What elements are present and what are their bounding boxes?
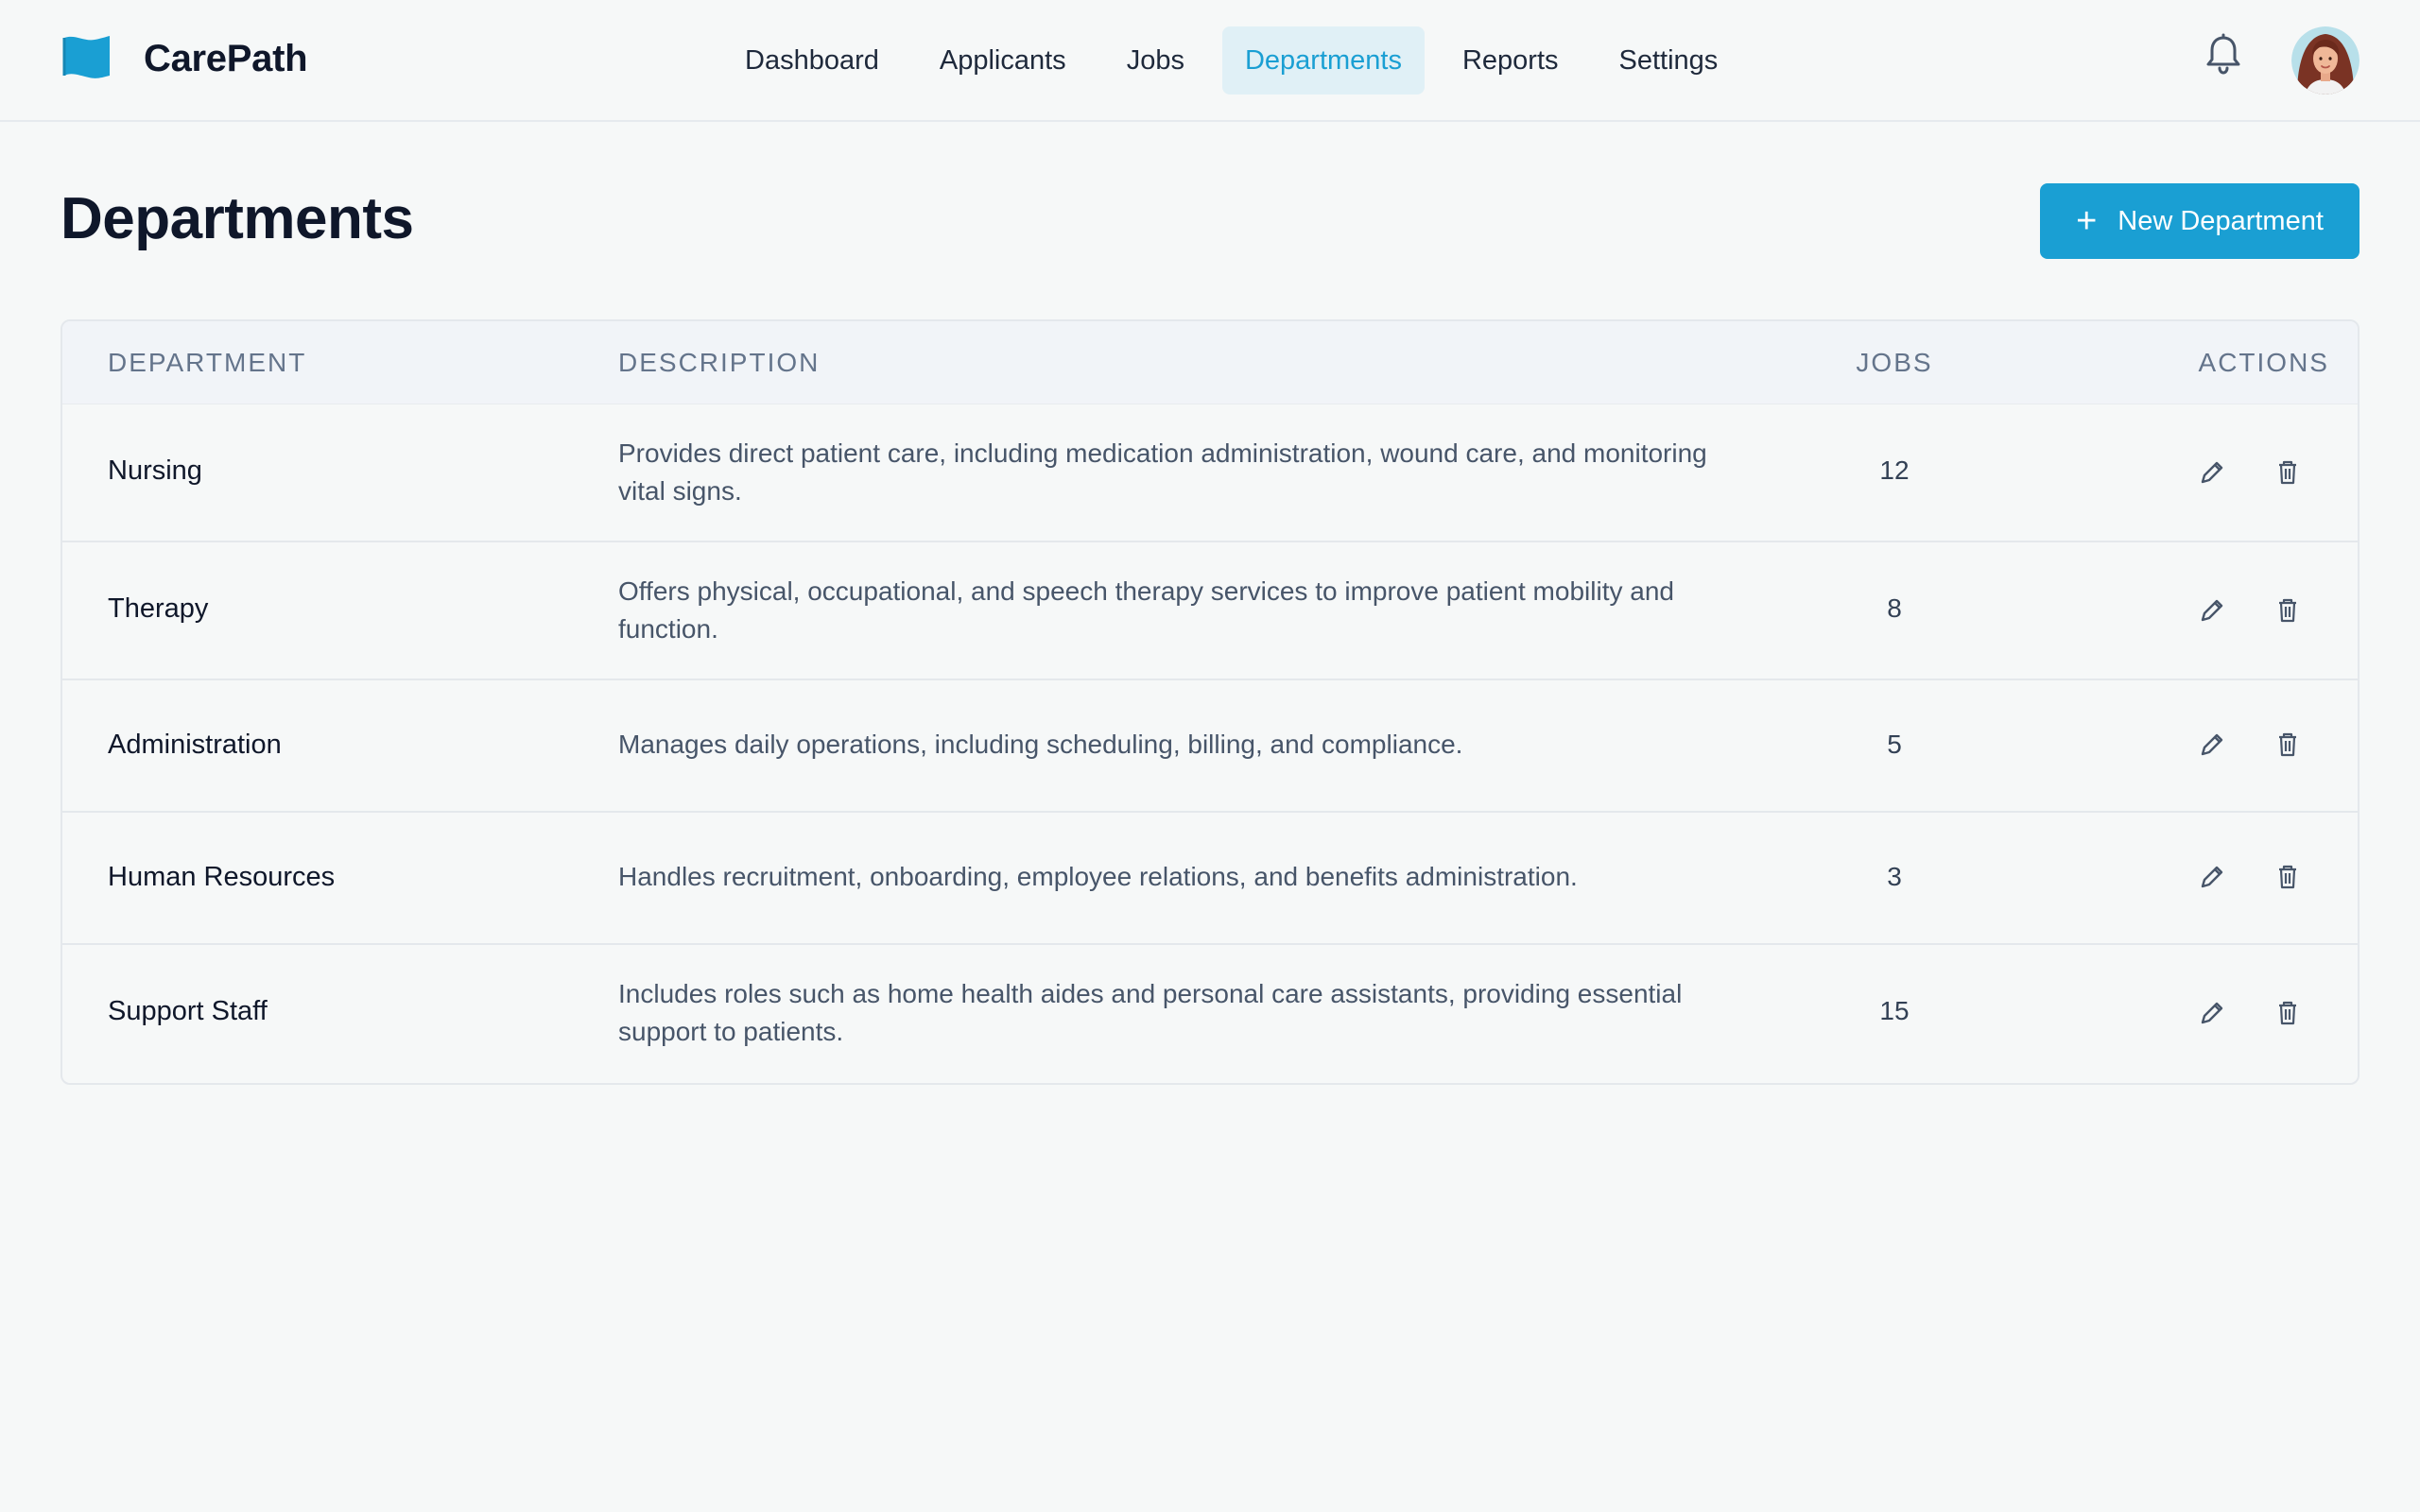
nav-item-applicants[interactable]: Applicants (917, 26, 1089, 94)
edit-icon[interactable] (2195, 860, 2229, 894)
column-header-department[interactable]: DEPARTMENT (108, 321, 306, 404)
page-title: Departments (60, 186, 414, 251)
avatar[interactable] (2291, 26, 2360, 94)
plus-icon: + (2076, 201, 2098, 241)
main-nav: Dashboard Applicants Jobs Departments Re… (722, 26, 1755, 94)
table-header: DEPARTMENT DESCRIPTION JOBS ACTIONS (62, 321, 2358, 404)
department-name: Support Staff (108, 996, 268, 1026)
department-name: Therapy (108, 593, 209, 624)
top-navigation-bar: CarePath Dashboard Applicants Jobs Depar… (0, 0, 2420, 122)
department-name: Nursing (108, 455, 202, 486)
column-header-actions: ACTIONS (2198, 348, 2329, 377)
column-header-description[interactable]: DESCRIPTION (618, 321, 820, 404)
app-name: CarePath (144, 37, 308, 79)
table-row[interactable]: Nursing Provides direct patient care, in… (62, 404, 2358, 542)
department-description: Provides direct patient care, including … (618, 438, 1707, 506)
bell-icon[interactable] (2201, 32, 2246, 77)
nav-item-reports[interactable]: Reports (1440, 26, 1582, 94)
trash-icon[interactable] (2271, 728, 2305, 762)
trash-icon[interactable] (2271, 593, 2305, 627)
brand[interactable]: CarePath (62, 34, 308, 83)
department-description: Offers physical, occupational, and speec… (618, 576, 1674, 644)
carepath-logo-icon (62, 36, 110, 78)
user-avatar-icon (2291, 26, 2360, 94)
column-header-jobs[interactable]: JOBS (1836, 321, 1953, 404)
new-department-button[interactable]: + New Department (2040, 183, 2360, 259)
nav-item-dashboard[interactable]: Dashboard (722, 26, 902, 94)
table-row[interactable]: Therapy Offers physical, occupational, a… (62, 542, 2358, 680)
department-job-count: 15 (1879, 996, 1910, 1025)
nav-item-jobs[interactable]: Jobs (1104, 26, 1207, 94)
table-row[interactable]: Administration Manages daily operations,… (62, 680, 2358, 813)
nav-item-settings[interactable]: Settings (1597, 26, 1741, 94)
table-row[interactable]: Human Resources Handles recruitment, onb… (62, 813, 2358, 945)
department-job-count: 3 (1887, 862, 1902, 891)
department-description: Manages daily operations, including sche… (618, 730, 1463, 759)
trash-icon[interactable] (2271, 455, 2305, 490)
department-description: Includes roles such as home health aides… (618, 979, 1683, 1046)
edit-icon[interactable] (2195, 593, 2229, 627)
trash-icon[interactable] (2271, 996, 2305, 1030)
department-job-count: 12 (1879, 455, 1910, 485)
edit-icon[interactable] (2195, 728, 2229, 762)
new-department-label: New Department (2118, 205, 2324, 236)
departments-table: DEPARTMENT DESCRIPTION JOBS ACTIONS Nurs… (60, 319, 2360, 1085)
nav-item-departments[interactable]: Departments (1221, 26, 1425, 94)
edit-icon[interactable] (2195, 455, 2229, 490)
department-job-count: 8 (1887, 593, 1902, 623)
department-name: Human Resources (108, 862, 336, 892)
trash-icon[interactable] (2271, 860, 2305, 894)
department-job-count: 5 (1887, 730, 1902, 759)
edit-icon[interactable] (2195, 996, 2229, 1030)
table-row[interactable]: Support Staff Includes roles such as hom… (62, 945, 2358, 1083)
department-name: Administration (108, 730, 282, 760)
department-description: Handles recruitment, onboarding, employe… (618, 862, 1578, 891)
